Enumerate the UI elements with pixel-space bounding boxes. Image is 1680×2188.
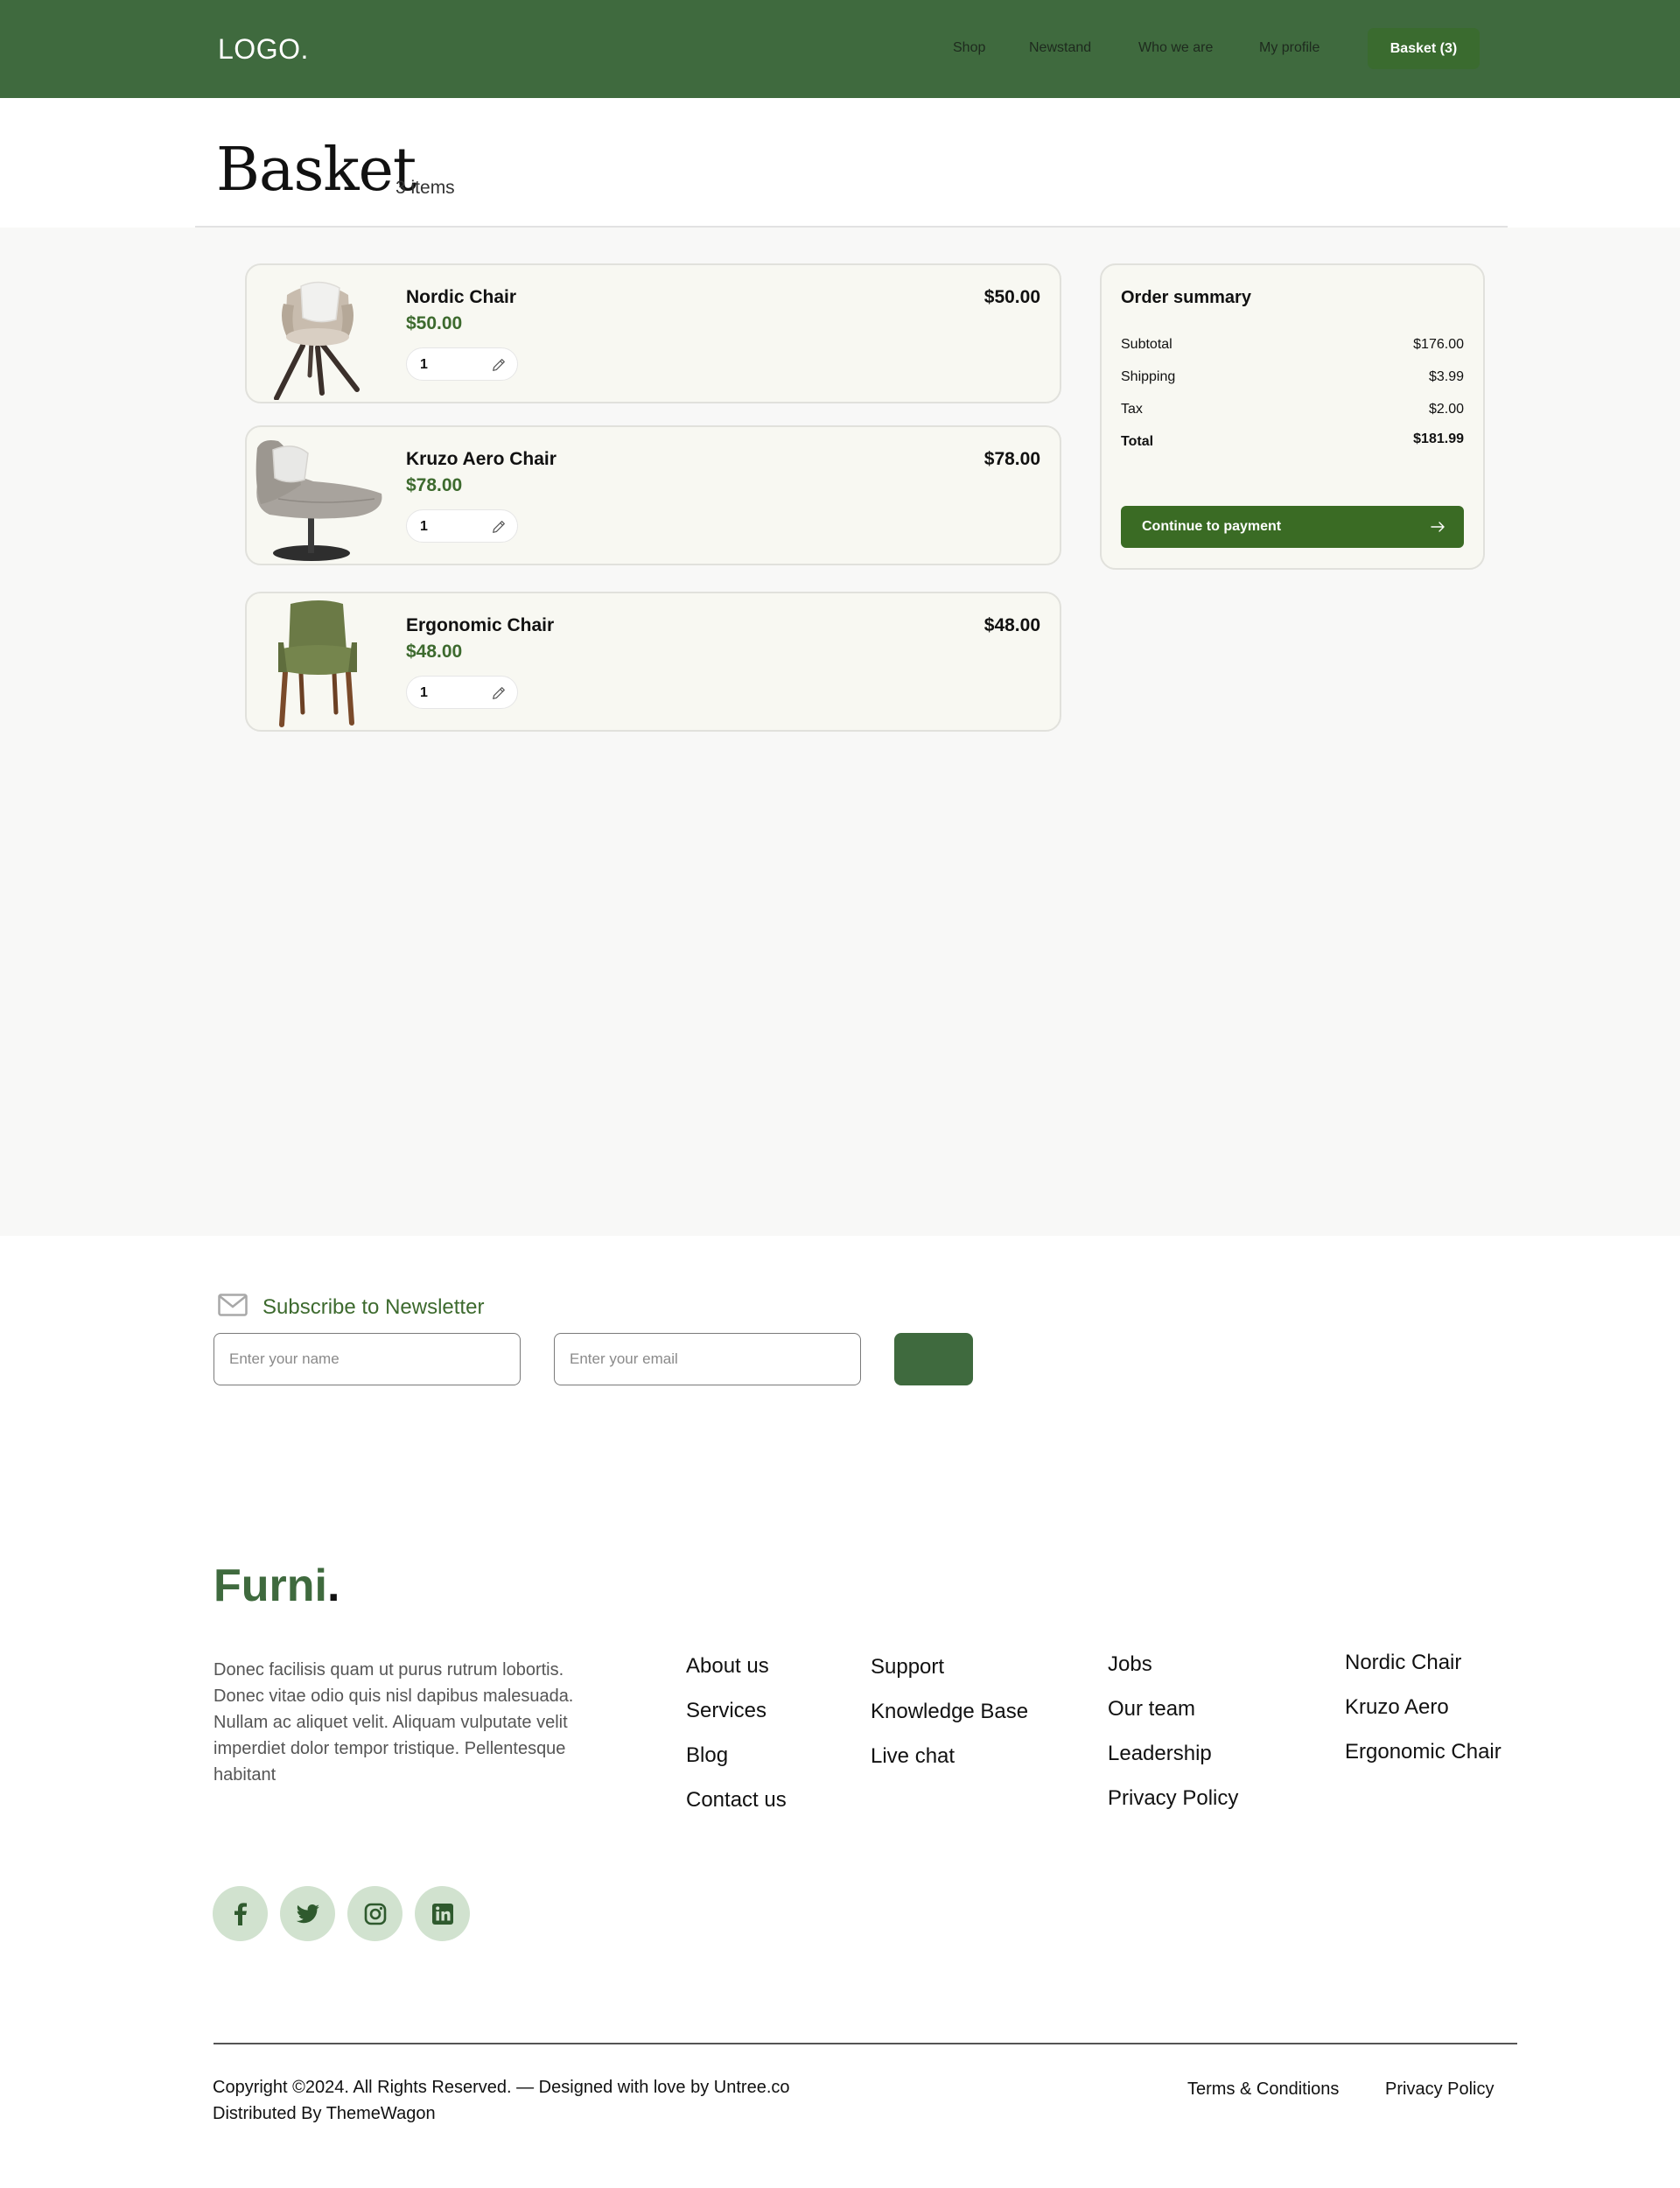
quantity-value: 1	[420, 357, 428, 372]
summary-label: Tax	[1121, 402, 1143, 417]
order-summary-title: Order summary	[1121, 288, 1251, 307]
pencil-icon[interactable]	[491, 685, 507, 701]
footer-link[interactable]: Our team	[1108, 1697, 1195, 1722]
quantity-field[interactable]: 1	[406, 509, 518, 543]
summary-value: $3.99	[1428, 369, 1464, 384]
brand-name: Furni	[214, 1560, 327, 1611]
arrow-right-icon	[1431, 522, 1445, 532]
footer-link[interactable]: Leadership	[1108, 1742, 1212, 1766]
twitter-button[interactable]	[280, 1886, 335, 1941]
privacy-policy-link[interactable]: Privacy Policy	[1385, 2079, 1494, 2100]
summary-label: Subtotal	[1121, 337, 1172, 352]
quantity-value: 1	[420, 519, 428, 534]
footer-link[interactable]: Kruzo Aero	[1345, 1695, 1449, 1720]
footer-link[interactable]: Support	[871, 1655, 944, 1680]
cart-item: Nordic Chair $50.00 $50.00 1	[245, 263, 1061, 403]
kruzo-aero-chair-image	[256, 440, 382, 561]
order-summary: Order summary Subtotal $176.00 Shipping …	[1100, 263, 1485, 570]
newsletter-submit-button[interactable]	[894, 1333, 973, 1385]
newsletter-email-input[interactable]	[554, 1333, 861, 1385]
item-name[interactable]: Kruzo Aero Chair	[406, 449, 556, 470]
site-header: LOGO. Shop Newstand Who we are My profil…	[0, 0, 1680, 98]
nordic-chair-image	[274, 281, 360, 400]
footer-link[interactable]: Services	[686, 1699, 766, 1723]
nav-newstand[interactable]: Newstand	[1029, 40, 1091, 56]
footer-link[interactable]: Knowledge Base	[871, 1700, 1028, 1724]
linkedin-icon	[431, 1903, 453, 1925]
item-total: $78.00	[984, 449, 1040, 469]
quantity-field[interactable]: 1	[406, 347, 518, 381]
summary-label: Total	[1121, 434, 1154, 449]
copyright-line: Distributed By ThemeWagon	[213, 2104, 436, 2123]
facebook-button[interactable]	[213, 1886, 268, 1941]
copyright-line: Copyright ©2024. All Rights Reserved. — …	[213, 2078, 790, 2097]
pencil-icon[interactable]	[491, 519, 507, 535]
facebook-icon	[234, 1902, 247, 1925]
linkedin-button[interactable]	[415, 1886, 470, 1941]
summary-row-total: Total $181.99	[1121, 431, 1464, 449]
summary-row-subtotal: Subtotal $176.00	[1121, 337, 1464, 353]
pencil-icon[interactable]	[491, 357, 507, 373]
quantity-value: 1	[420, 685, 428, 700]
item-name[interactable]: Ergonomic Chair	[406, 615, 554, 636]
nav-shop[interactable]: Shop	[953, 40, 985, 56]
footer-about-text: Donec facilisis quam ut purus rutrum lob…	[214, 1660, 574, 1785]
summary-row-shipping: Shipping $3.99	[1121, 369, 1464, 385]
item-price: $50.00	[406, 313, 463, 333]
summary-label: Shipping	[1121, 369, 1176, 384]
quantity-field[interactable]: 1	[406, 676, 518, 709]
summary-row-tax: Tax $2.00	[1121, 402, 1464, 417]
footer-link[interactable]: Jobs	[1108, 1652, 1152, 1677]
summary-value: $176.00	[1413, 337, 1464, 352]
footer-link[interactable]: Live chat	[871, 1744, 955, 1769]
footer-divider	[214, 2043, 1517, 2044]
footer-brand[interactable]: Furni.	[214, 1560, 340, 1612]
button-label: Continue to payment	[1142, 519, 1282, 534]
item-price: $78.00	[406, 475, 463, 495]
item-price: $48.00	[406, 642, 463, 662]
newsletter-name-input[interactable]	[214, 1333, 521, 1385]
ergonomic-chair-image	[278, 600, 357, 727]
footer-link[interactable]: Ergonomic Chair	[1345, 1740, 1502, 1764]
brand-dot: .	[326, 1560, 340, 1611]
terms-link[interactable]: Terms & Conditions	[1187, 2079, 1339, 2100]
continue-to-payment-button[interactable]: Continue to payment	[1121, 506, 1464, 548]
footer-link[interactable]: Blog	[686, 1743, 728, 1768]
item-total: $50.00	[984, 287, 1040, 307]
footer-link[interactable]: About us	[686, 1654, 769, 1679]
footer-link[interactable]: Privacy Policy	[1108, 1786, 1238, 1811]
twitter-icon	[296, 1904, 319, 1923]
nav-who-we-are[interactable]: Who we are	[1138, 40, 1213, 56]
summary-value: $181.99	[1413, 431, 1464, 446]
copyright: Copyright ©2024. All Rights Reserved. — …	[213, 2074, 790, 2127]
item-total: $48.00	[984, 615, 1040, 635]
envelope-icon	[218, 1294, 248, 1316]
instagram-button[interactable]	[347, 1886, 402, 1941]
footer-link[interactable]: Contact us	[686, 1788, 787, 1813]
newsletter-title: Subscribe to Newsletter	[262, 1295, 485, 1319]
items-count: 3 items	[396, 178, 455, 198]
item-name[interactable]: Nordic Chair	[406, 287, 516, 308]
summary-value: $2.00	[1428, 402, 1464, 417]
logo[interactable]: LOGO.	[218, 33, 309, 66]
cart-item: Ergonomic Chair $48.00 $48.00 1	[245, 592, 1061, 732]
footer-link[interactable]: Nordic Chair	[1345, 1651, 1461, 1675]
nav-my-profile[interactable]: My profile	[1259, 40, 1320, 56]
page-title: Basket	[216, 136, 416, 205]
cart-item: Kruzo Aero Chair $78.00 $78.00 1	[245, 425, 1061, 565]
instagram-icon	[364, 1903, 386, 1925]
basket-button[interactable]: Basket (3)	[1368, 28, 1480, 69]
